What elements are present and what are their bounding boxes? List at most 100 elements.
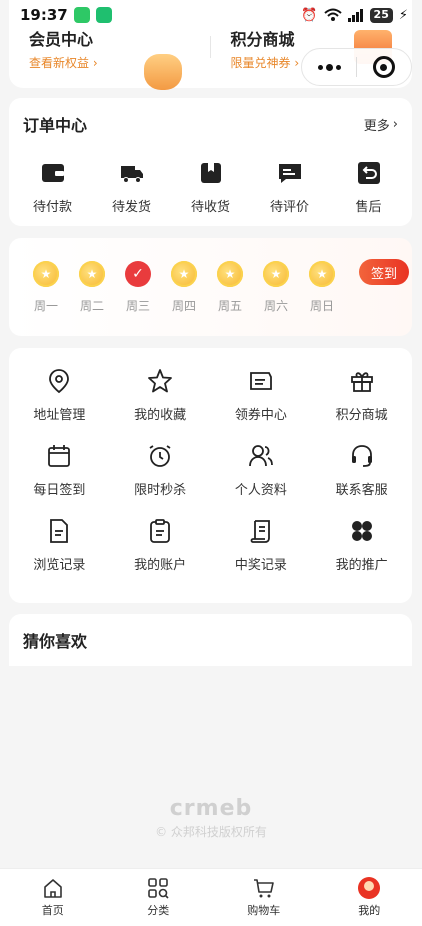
coin-icon [217, 260, 243, 287]
wallet-icon [41, 164, 64, 182]
review-icon [278, 164, 301, 183]
order-more-link[interactable]: 更多 › [364, 115, 398, 134]
service-points-mall[interactable]: 积分商城 [311, 368, 412, 423]
coin-icon [79, 260, 105, 287]
day-label: 周六 [263, 298, 288, 313]
day-label: 周日 [309, 298, 334, 313]
service-label: 我的收藏 [134, 408, 187, 423]
sign-day-mon: 周一 [23, 260, 69, 314]
profile-icon [248, 445, 273, 467]
vip-center-entry[interactable]: 会员中心 查看新权益 › [9, 26, 211, 90]
service-my-promotion[interactable]: 我的推广 [311, 518, 412, 573]
chevron-right-icon: › [392, 116, 398, 132]
coin-icon [33, 260, 59, 287]
more-options-button[interactable] [302, 49, 356, 85]
sign-day-sun: 周日 [299, 260, 345, 314]
day-label: 周三 [125, 298, 150, 313]
scroll-icon [250, 520, 270, 543]
cart-icon [253, 879, 274, 898]
service-label: 浏览记录 [33, 558, 86, 573]
service-label: 个人资料 [234, 483, 287, 498]
return-icon [357, 162, 380, 184]
clipboard-icon [150, 519, 171, 543]
service-label: 每日签到 [33, 483, 86, 498]
sign-day-wed: 周三 [115, 260, 161, 314]
service-flash-sale[interactable]: 限时秒杀 [110, 443, 211, 498]
order-more-label: 更多 [363, 118, 390, 134]
order-center-title: 订单中心 [23, 116, 88, 135]
tab-me[interactable]: 我的 [317, 869, 422, 926]
order-center-card: 订单中心 更多 › 待付款 待发货 待收货 待评价 售后 [9, 98, 412, 226]
service-browse-history[interactable]: 浏览记录 [9, 518, 110, 573]
headset-icon [351, 445, 372, 467]
wechat-icon [73, 7, 90, 23]
calendar-icon [48, 445, 71, 467]
service-label: 我的账户 [134, 558, 187, 573]
tab-label: 我的 [358, 904, 381, 917]
order-after-sales[interactable]: 售后 [329, 160, 408, 215]
sign-day-sat: 周六 [253, 260, 299, 314]
category-icon [148, 878, 169, 899]
order-item-label: 待评价 [269, 200, 309, 215]
day-label: 周一 [33, 298, 58, 313]
coin-icon [171, 260, 197, 287]
order-item-label: 待付款 [32, 200, 72, 215]
check-icon [125, 260, 151, 287]
gift-icon [350, 372, 373, 392]
service-coupons[interactable]: 领券中心 [211, 368, 312, 423]
service-prize-records[interactable]: 中奖记录 [211, 518, 312, 573]
tab-label: 首页 [41, 904, 64, 917]
order-pending-payment[interactable]: 待付款 [13, 160, 92, 215]
service-label: 限时秒杀 [134, 483, 187, 498]
service-label: 地址管理 [33, 408, 86, 423]
coupon-icon [249, 372, 272, 390]
star-icon [148, 369, 173, 393]
battery-level: 25 [369, 7, 393, 23]
sign-day-tue: 周二 [69, 260, 115, 314]
bottom-tab-bar: 首页 分类 购物车 我的 [0, 868, 422, 926]
tab-category[interactable]: 分类 [106, 869, 212, 926]
wifi-icon [323, 8, 342, 21]
tab-cart[interactable]: 购物车 [211, 869, 317, 926]
service-address[interactable]: 地址管理 [9, 368, 110, 423]
me-icon [358, 877, 381, 899]
status-bar: 19:37 ⏰ 25 ⚡ [0, 0, 422, 30]
home-icon [43, 879, 62, 898]
day-label: 周五 [217, 298, 242, 313]
app-notification-icon [95, 7, 112, 23]
service-customer-support[interactable]: 联系客服 [311, 443, 412, 498]
order-pending-receipt[interactable]: 待收货 [171, 160, 250, 215]
day-label: 周四 [171, 298, 196, 313]
package-icon [200, 163, 221, 183]
service-my-account[interactable]: 我的账户 [110, 518, 211, 573]
service-label: 领券中心 [234, 408, 287, 423]
tab-home[interactable]: 首页 [0, 869, 106, 926]
order-item-label: 待发货 [111, 200, 151, 215]
vip-center-subtitle: 查看新权益 › [29, 56, 98, 70]
service-profile[interactable]: 个人资料 [211, 443, 312, 498]
more-dots-icon [317, 63, 341, 71]
sign-day-fri: 周五 [207, 260, 253, 314]
service-label: 积分商城 [335, 408, 388, 423]
order-item-label: 售后 [355, 200, 382, 215]
truck-icon [120, 166, 143, 183]
coin-icon [309, 260, 335, 287]
service-label: 中奖记录 [234, 558, 287, 573]
alarm-clock-icon [149, 445, 171, 467]
guess-you-like-section: 猜你喜欢 [9, 614, 412, 666]
sign-in-card: 周一 周二 周三 周四 周五 周六 周日 签到 [9, 238, 412, 336]
location-icon [49, 369, 70, 394]
day-label: 周二 [79, 298, 104, 313]
charging-icon: ⚡ [398, 7, 408, 23]
document-icon [50, 519, 69, 543]
coin-icon [263, 260, 289, 287]
sign-day-thu: 周四 [161, 260, 207, 314]
order-pending-review[interactable]: 待评价 [250, 160, 329, 215]
brand-logo: crmeb [169, 796, 253, 821]
close-mini-program-button[interactable] [357, 49, 411, 85]
service-daily-sign[interactable]: 每日签到 [9, 443, 110, 498]
service-favorites[interactable]: 我的收藏 [110, 368, 211, 423]
service-label: 联系客服 [335, 483, 388, 498]
sign-in-button[interactable]: 签到 [359, 259, 409, 285]
order-pending-shipment[interactable]: 待发货 [92, 160, 171, 215]
